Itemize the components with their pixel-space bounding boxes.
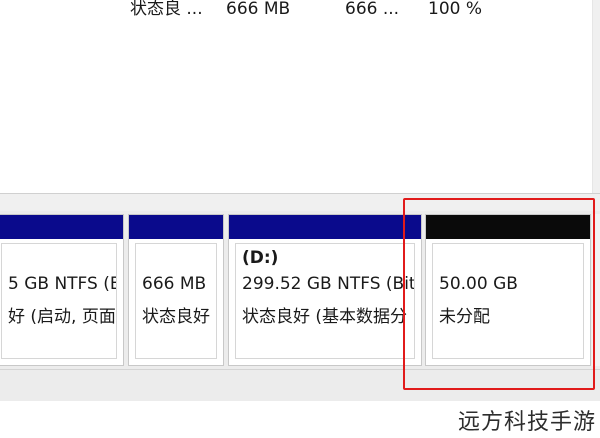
partition-bar [0,215,123,239]
watermark: 远方科技手游 [457,410,596,435]
volume-list: 状态良 ... 666 MB 666 ... 100 % [0,0,600,193]
volume-capacity-cell[interactable]: 666 MB [226,0,290,22]
volume-percent-free-cell[interactable]: 100 % [428,0,482,22]
unallocated-highlight-box [403,198,595,390]
partition-status: 状态良好 (基本数据分 [242,307,408,327]
partition-status: 好 (启动, 页面 [8,307,116,327]
partition-body: 5 GB NTFS (B 好 (启动, 页面 [1,243,117,359]
partition-system[interactable]: 5 GB NTFS (B 好 (启动, 页面 [0,214,124,366]
partition-recovery[interactable]: 666 MB 状态良好 [128,214,224,366]
partition-size: 666 MB [142,274,207,294]
volume-list-scrollbar[interactable] [592,0,600,193]
partition-bar [129,215,223,239]
partition-status: 状态良好 [142,307,210,327]
volume-free-space-cell[interactable]: 666 ... [345,0,399,22]
partition-size: 5 GB NTFS (B [8,274,117,294]
volume-status-cell[interactable]: 状态良 ... [130,0,203,22]
partition-label: (D:) [242,248,279,268]
partition-d-drive[interactable]: (D:) 299.52 GB NTFS (Bit 状态良好 (基本数据分 [228,214,422,366]
partition-body: (D:) 299.52 GB NTFS (Bit 状态良好 (基本数据分 [235,243,415,359]
partition-body: 666 MB 状态良好 [135,243,217,359]
partition-size: 299.52 GB NTFS (Bit [242,274,415,294]
partition-bar [229,215,421,239]
